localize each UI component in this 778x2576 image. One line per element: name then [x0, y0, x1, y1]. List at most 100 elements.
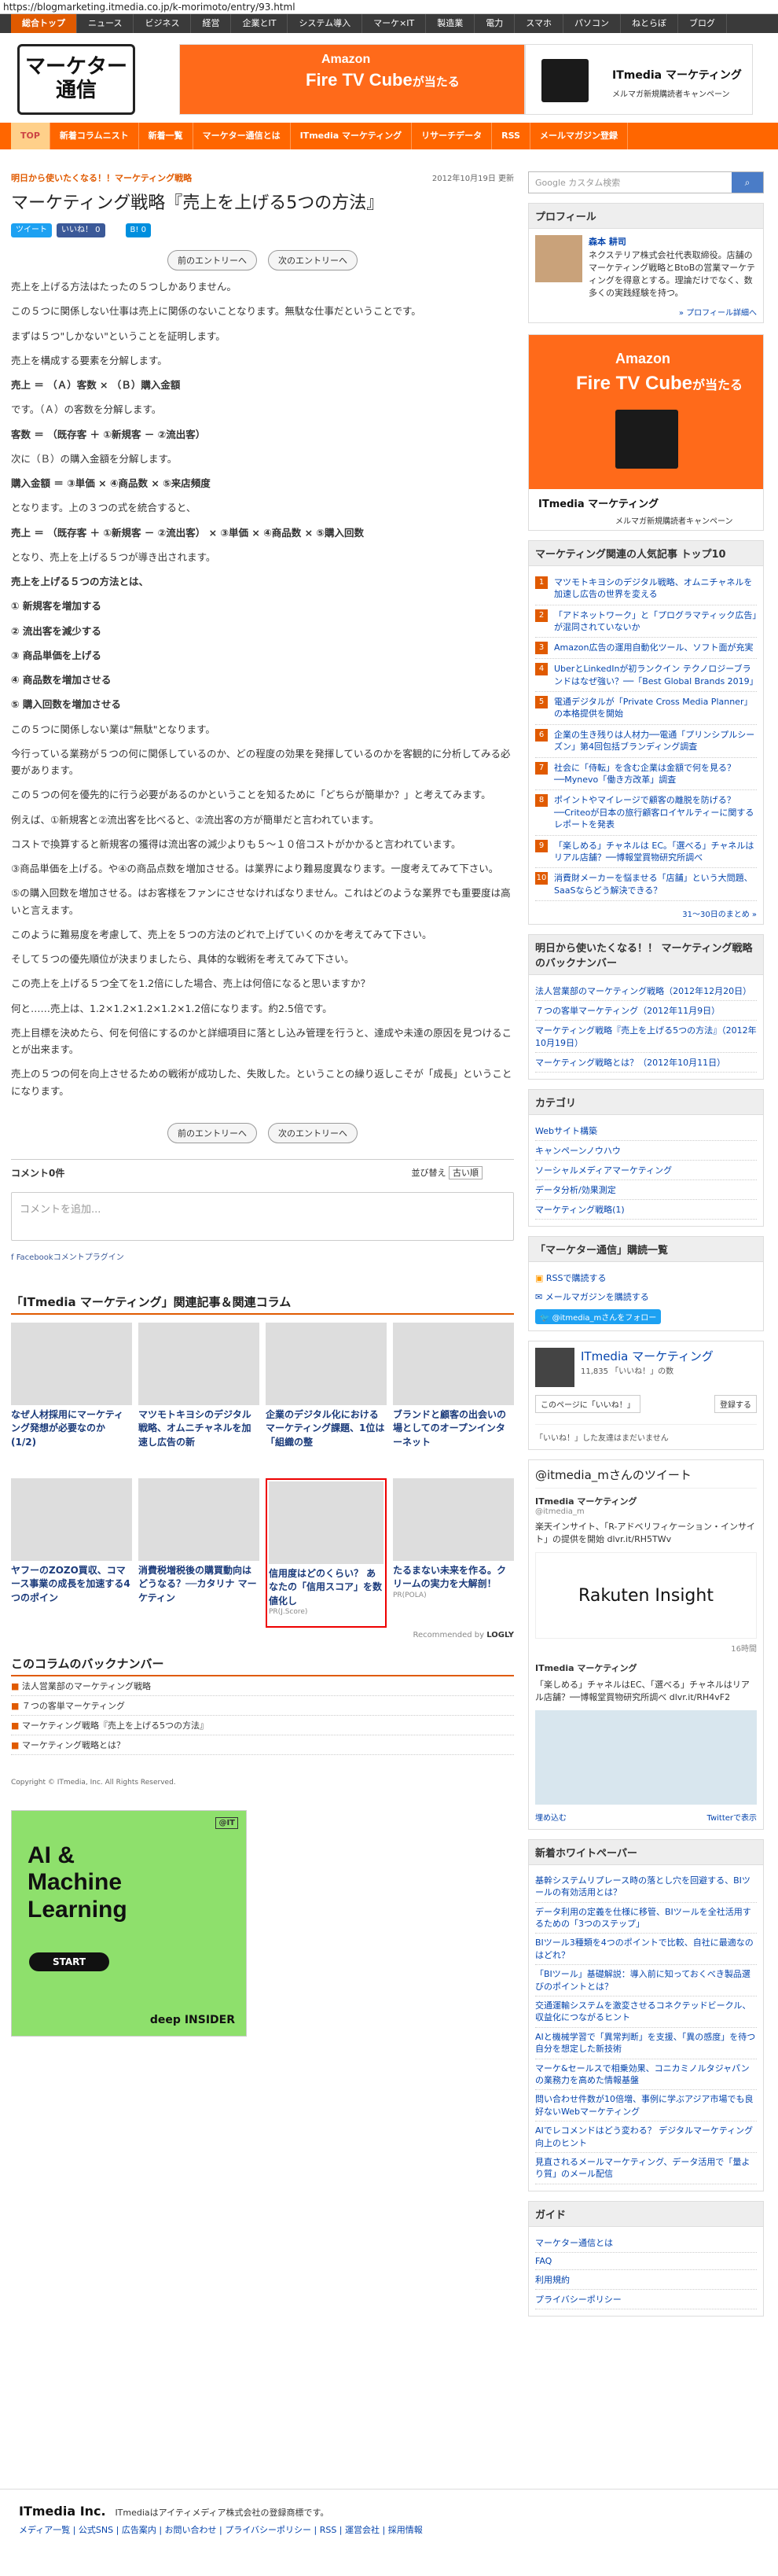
ranking-item[interactable]: 7 社会に「侍転」を含む企業は金額で何を見る？──Mynevo「働き方改革」調査	[535, 758, 757, 791]
topnav-item[interactable]: 企業とIT	[231, 14, 288, 33]
whitepaper-item[interactable]: AIと機械学習で「異常判断」を支援、「異の感度」を待つ自分を想定した新技術	[535, 2028, 757, 2059]
whitepaper-item[interactable]: 交通運輸システムを激変させるコネクテッドビークル、収益化につながるヒント	[535, 1996, 757, 2028]
related-card-title[interactable]: ブランドと顧客の出会いの場としてのオープンインターネット	[393, 1408, 514, 1449]
related-card[interactable]: マツモトキヨシのデジタル戦略、オムニチャネルを加速し広告の新	[138, 1322, 259, 1472]
sitenav-item[interactable]: リサーチデータ	[412, 123, 493, 149]
related-card[interactable]: ブランドと顧客の出会いの場としてのオープンインターネット	[393, 1322, 514, 1472]
ranking-item[interactable]: 10 消費財メーカーを悩ませる「店舗」という大問題、SaaSならどう解決できる？	[535, 868, 757, 902]
backnumber-item[interactable]: ■ ７つの客単マーケティング	[11, 1696, 514, 1716]
deep-insider-ad[interactable]: @IT AI & Machine Learning START deep INS…	[11, 1809, 247, 2037]
tweet-image-rakuten[interactable]: Rakuten Insight	[535, 1552, 757, 1639]
related-card-title[interactable]: たるまない未来を作る。クリームの実力を大解剖！	[393, 1564, 514, 1592]
prev-entry-button[interactable]: 前のエントリーへ	[167, 250, 257, 270]
related-card-title[interactable]: ヤフーのZOZO買収、コマース事業の成長を加速する4つのポイン	[11, 1564, 132, 1605]
topnav-item[interactable]: 電力	[475, 14, 516, 33]
topnav-item[interactable]: パソコン	[563, 14, 621, 33]
header-banner-ad[interactable]: Amazon Fire TV Cubeが当たる	[179, 44, 525, 115]
twitter-view-link[interactable]: Twitterで表示	[706, 1811, 757, 1823]
guide-item[interactable]: FAQ	[535, 2253, 757, 2270]
topnav-item[interactable]: システム導入	[288, 14, 363, 33]
ranking-item[interactable]: 8 ポイントやマイレージで顧客の離脱を防げる？──Criteoが日本の旅行顧客ロイ…	[535, 790, 757, 836]
tweet-button[interactable]: ツイート	[11, 223, 52, 237]
category-item[interactable]: マーケティング戦略(1)	[535, 1200, 757, 1220]
mail-subscribe-link[interactable]: ✉ メールマガジンを購読する	[535, 1287, 757, 1306]
itmedia-logo[interactable]: ITmedia Inc.	[19, 2504, 106, 2519]
related-card[interactable]: たるまない未来を作る。クリームの実力を大解剖！ PR(POLA)	[393, 1478, 514, 1628]
fb-like-page-button[interactable]: このページに「いいね！」	[535, 1395, 640, 1414]
sitenav-item[interactable]: 新着コラムニスト	[50, 123, 139, 149]
ranking-item[interactable]: 9 「楽しめる」チャネルは EC。「選べる」チャネルはリアル店舗？──博報堂買物研…	[535, 836, 757, 869]
profile-more-link[interactable]: » プロフィール詳細へ	[529, 306, 763, 322]
fb-comment-plugin[interactable]: f Facebookコメントプラグイン	[11, 1250, 514, 1262]
sitenav-item[interactable]: メールマガジン登録	[530, 123, 628, 149]
ranking-item[interactable]: 6 企業の生き残りは人材力──電通「プリンシプルシーズン」第4回包括ブランディング…	[535, 725, 757, 758]
related-card[interactable]: 信用度はどのくらい？ あなたの「信用スコア」を数値化し PR(J.Score)	[266, 1478, 387, 1628]
sort-select[interactable]: 古い順	[449, 1165, 483, 1179]
sitenav-item[interactable]: TOP	[11, 123, 50, 149]
fb-like-button[interactable]: いいね！ 0	[57, 223, 105, 237]
related-card-title[interactable]: 信用度はどのくらい？ あなたの「信用スコア」を数値化し	[269, 1567, 383, 1608]
sitenav-item[interactable]: ITmedia マーケティング	[291, 123, 413, 149]
next-entry-button[interactable]: 次のエントリーへ	[268, 250, 358, 270]
backnumber-item[interactable]: ■ マーケティング戦略『売上を上げる5つの方法』	[11, 1716, 514, 1735]
search-button[interactable]: ⌕	[732, 172, 763, 193]
guide-item[interactable]: プライバシーポリシー	[535, 2290, 757, 2309]
topnav-item[interactable]: 製造業	[426, 14, 475, 33]
topnav-item[interactable]: マーケ×IT	[362, 14, 427, 33]
topnav-item[interactable]: ビジネス	[134, 14, 192, 33]
whitepaper-item[interactable]: 基幹システムリプレース時の落とし穴を回避する、BIツールの有効活用とは？	[535, 1871, 757, 1903]
category-item[interactable]: ソーシャルメディアマーケティング	[535, 1161, 757, 1181]
comment-input[interactable]: コメントを追加...	[11, 1191, 514, 1241]
ranking-item[interactable]: 1 マツモトキヨシのデジタル戦略、オムニチャネルを加速し広告の世界を変える	[535, 572, 757, 605]
related-card[interactable]: 消費税増税後の購買動向はどうなる？──カタリナ マーケティン	[138, 1478, 259, 1628]
related-card[interactable]: ヤフーのZOZO買収、コマース事業の成長を加速する4つのポイン	[11, 1478, 132, 1628]
related-card-title[interactable]: マツモトキヨシのデジタル戦略、オムニチャネルを加速し広告の新	[138, 1408, 259, 1449]
whitepaper-item[interactable]: 問い合わせ件数が10倍増、事例に学ぶアジア市場でも良好ないWebマーケティング	[535, 2090, 757, 2122]
logly-logo[interactable]: LOGLY	[486, 1631, 514, 1639]
related-card-title[interactable]: なぜ人材採用にマーケティング発想が必要なのか (1/2)	[11, 1408, 132, 1449]
whitepaper-item[interactable]: 見直されるメールマーケティング、データ活用で「量より質」のメール配信	[535, 2153, 757, 2184]
prev-entry-button-bottom[interactable]: 前のエントリーへ	[167, 1122, 257, 1143]
whitepaper-item[interactable]: BIツール3種類を4つのポイントで比較、自社に最適なのはどれ？	[535, 1934, 757, 1966]
whitepaper-item[interactable]: AIでレコメンドはどう変わる？ デジタルマーケティング向上のヒント	[535, 2122, 757, 2153]
related-card-title[interactable]: 企業のデジタル化におけるマーケティング課題、1位は「組織の整	[266, 1408, 387, 1449]
ranking-item[interactable]: 5 電通デジタルが「Private Cross Media Planner」の本格…	[535, 692, 757, 725]
backnumber-item[interactable]: ■ 法人営業部のマーケティング戦略	[11, 1676, 514, 1696]
whitepaper-item[interactable]: マーケ&セールスで相乗効果、コニカミノルタジャパンの業務力を高めた情報基盤	[535, 2059, 757, 2091]
ranking-item[interactable]: 2 「アドネットワーク」と「プログラマティック広告」が混同されていないか	[535, 605, 757, 638]
fb-register-button[interactable]: 登録する	[714, 1395, 757, 1414]
ranking-item[interactable]: 4 UberとLinkedInが初ランクイン テクノロジーブランドはなぜ強い？──…	[535, 659, 758, 693]
ranking-more-link[interactable]: 31〜30日のまとめ »	[529, 907, 763, 924]
topnav-item[interactable]: スマホ	[515, 14, 563, 33]
tweet-author[interactable]: ITmedia マーケティング	[535, 1495, 757, 1507]
whitepaper-item[interactable]: データ利用の定義を仕様に移管、BIツールを全社活用するための「3つのステップ」	[535, 1903, 757, 1934]
sitenav-item[interactable]: マーケター通信とは	[193, 123, 291, 149]
category-item[interactable]: データ分析/効果測定	[535, 1180, 757, 1201]
sidebar-banner-ad[interactable]: Amazon Fire TV Cubeが当たる ITmedia マーケティング …	[528, 333, 764, 531]
ranking-item[interactable]: 3 Amazon広告の運用自動化ツール、ソフト面が充実	[535, 638, 757, 660]
side-backnumber-item[interactable]: 法人営業部のマーケティング戦略（2012年12月20日）	[535, 981, 757, 1002]
related-card[interactable]: なぜ人材採用にマーケティング発想が必要なのか (1/2)	[11, 1322, 132, 1472]
topnav-item[interactable]: 経営	[191, 14, 232, 33]
fb-page-name[interactable]: ITmedia マーケティング	[581, 1348, 714, 1364]
footer-links[interactable]: メディア一覧 | 公式SNS | 広告案内 | お問い合わせ | プライバシーポ…	[19, 2523, 759, 2536]
side-backnumber-item[interactable]: マーケティング戦略『売上を上げる5つの方法』（2012年10月19日）	[535, 1021, 757, 1054]
related-card[interactable]: 企業のデジタル化におけるマーケティング課題、1位は「組織の整	[266, 1322, 387, 1472]
address-bar[interactable]: https://blogmarketing.itmedia.co.jp/k-mo…	[0, 0, 778, 14]
guide-item[interactable]: マーケター通信とは	[535, 2233, 757, 2253]
tweet-image-2[interactable]	[535, 1709, 757, 1805]
side-backnumber-item[interactable]: ７つの客単マーケティング（2012年11月9日）	[535, 1001, 757, 1021]
tweet-author-2[interactable]: ITmedia マーケティング	[535, 1662, 757, 1674]
site-logo[interactable]: マーケター 通信	[17, 44, 135, 115]
category-item[interactable]: キャンペーンノウハウ	[535, 1141, 757, 1161]
topnav-item[interactable]: ニュース	[77, 14, 134, 33]
header-banner-side[interactable]: ITmedia マーケティング メルマガ新規購読者キャンペーン	[525, 44, 753, 115]
twitter-follow-button[interactable]: 🐦 @itmedia_mさんをフォロー	[535, 1309, 662, 1325]
category-item[interactable]: Webサイト構築	[535, 1121, 757, 1142]
related-card-title[interactable]: 消費税増税後の購買動向はどうなる？──カタリナ マーケティン	[138, 1564, 259, 1605]
sitenav-item[interactable]: 新着一覧	[139, 123, 193, 149]
next-entry-button-bottom[interactable]: 次のエントリーへ	[268, 1122, 358, 1143]
guide-item[interactable]: 利用規約	[535, 2270, 757, 2290]
rss-subscribe-link[interactable]: ▣ RSSで購読する	[535, 1268, 757, 1287]
sitenav-item[interactable]: RSS	[492, 123, 530, 149]
